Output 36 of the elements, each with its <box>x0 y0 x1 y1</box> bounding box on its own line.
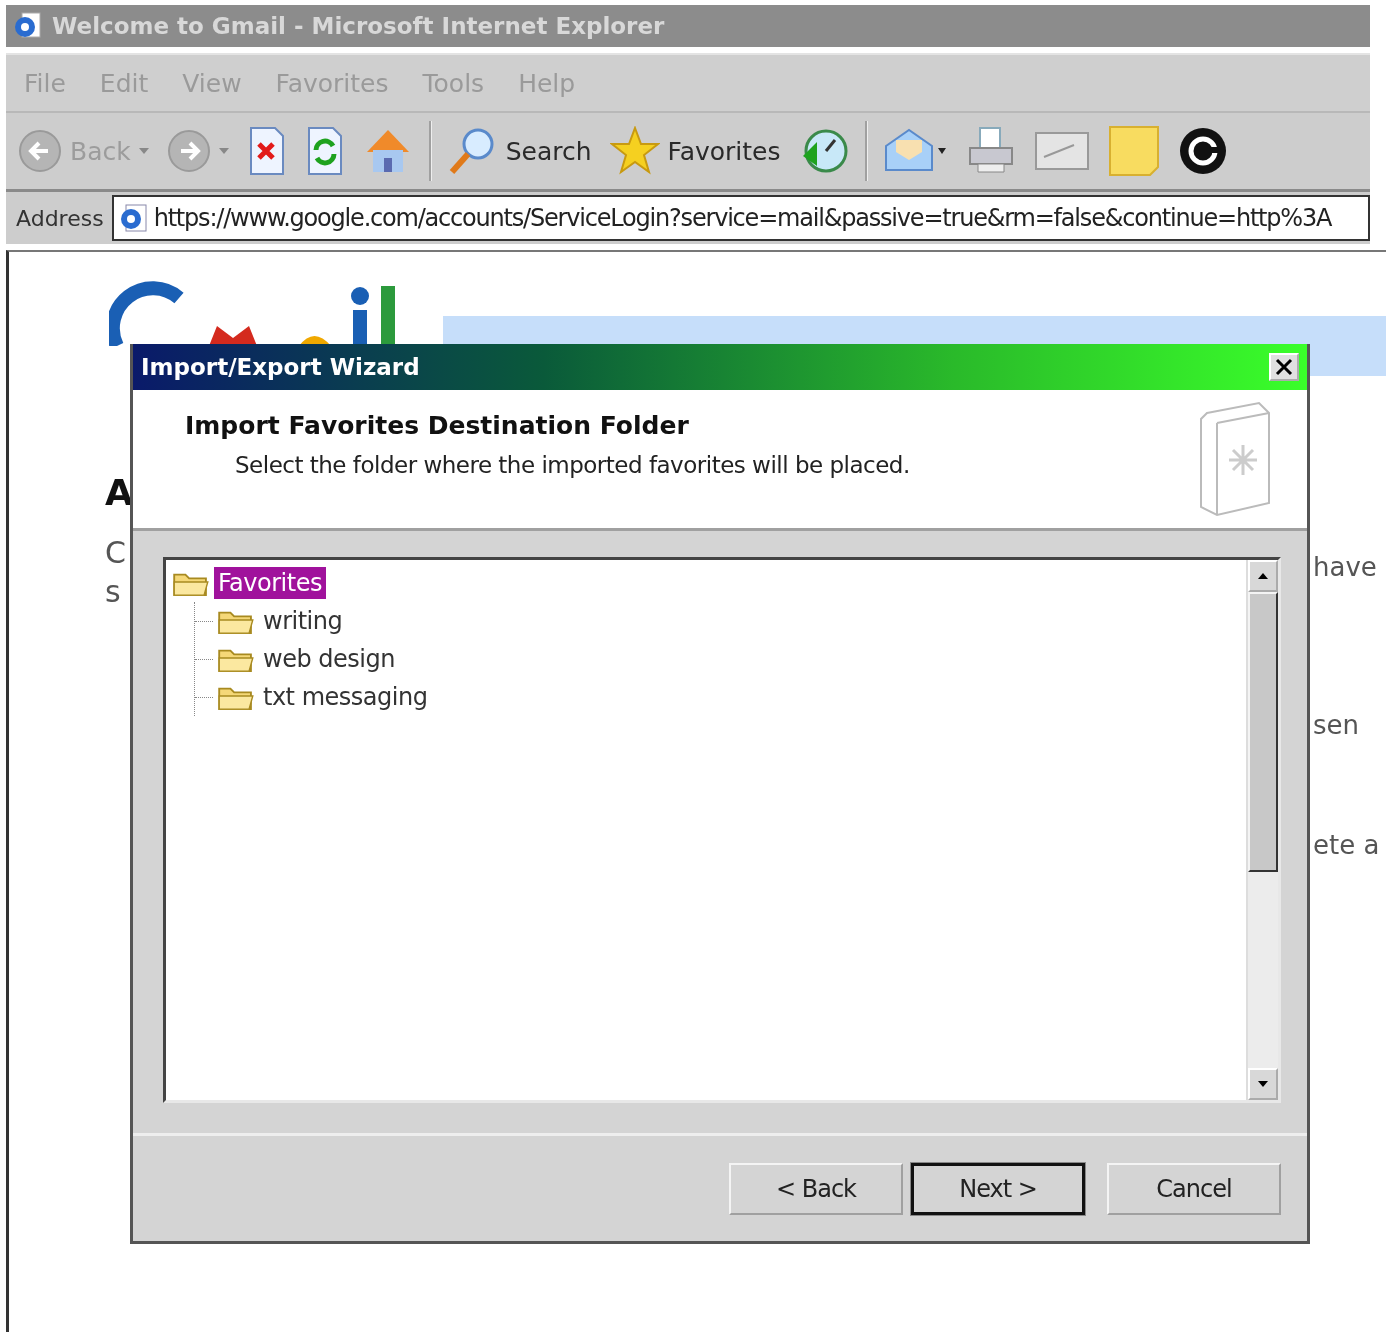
tree-item[interactable]: Favorites <box>214 567 326 599</box>
scroll-down-button[interactable] <box>1248 1068 1278 1100</box>
address-field[interactable]: https://www.google.com/accounts/ServiceLogin?service=mail&passive=true&rm=false&continue=http%3A <box>111 195 1370 241</box>
tree-item[interactable]: txt messaging <box>259 681 432 713</box>
dialog-title: Import/Export Wizard <box>141 354 420 380</box>
page-text: have <box>1313 552 1378 582</box>
dropdown-icon <box>218 148 229 154</box>
dialog-heading: Import Favorites Destination Folder <box>185 410 690 440</box>
tree-item[interactable]: writing <box>259 605 347 637</box>
scroll-up-button[interactable] <box>1248 560 1278 592</box>
browser-icon <box>12 11 42 41</box>
document-icon <box>1033 129 1090 173</box>
close-icon <box>1274 357 1294 377</box>
page-text: s <box>105 574 122 609</box>
address-label: Address <box>16 205 104 231</box>
down-arrow-icon <box>1258 1081 1268 1087</box>
dialog-button[interactable]: Cancel <box>1107 1162 1281 1215</box>
dialog-button[interactable]: Next > <box>911 1162 1085 1215</box>
scroll-thumb[interactable] <box>1248 592 1278 872</box>
circle-logo-icon <box>1177 126 1228 176</box>
sticky-note-icon <box>1107 125 1160 177</box>
search-button[interactable]: Search <box>445 124 594 178</box>
up-arrow-icon <box>1258 573 1268 579</box>
close-button[interactable] <box>1269 353 1299 381</box>
dropdown-icon <box>138 148 149 154</box>
favorites-button[interactable]: Favorites <box>607 124 783 178</box>
dialog-button[interactable]: < Back <box>729 1162 903 1215</box>
dialog-subtitle: Select the folder where the imported favorites will be placed. <box>234 451 910 478</box>
scrollbar[interactable] <box>1246 560 1278 1100</box>
page-text: C <box>105 535 127 570</box>
tree-item[interactable]: web design <box>259 643 399 675</box>
window-title: Welcome to Gmail - Microsoft Internet Explorer <box>52 13 665 39</box>
page-text: sen <box>1313 710 1361 740</box>
star-icon <box>609 126 660 176</box>
page-text: A <box>105 472 133 513</box>
page-text: ete a <box>1313 830 1380 860</box>
